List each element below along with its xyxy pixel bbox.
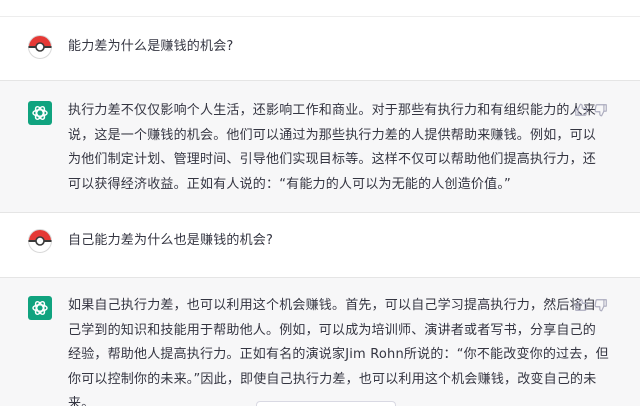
thumbs-up-icon[interactable] bbox=[574, 298, 588, 312]
openai-logo-icon bbox=[28, 101, 52, 125]
assistant-message: 如果自己执行力差，也可以利用这个机会赚钱。首先，可以自己学习提高执行力，然后将自… bbox=[0, 277, 640, 406]
pokeball-avatar-icon bbox=[28, 229, 52, 253]
regenerate-button[interactable] bbox=[256, 401, 396, 406]
user-message: 自己能力差为什么也是赚钱的机会? bbox=[0, 213, 640, 277]
thumbs-down-icon[interactable] bbox=[594, 103, 608, 117]
feedback-buttons bbox=[574, 103, 608, 117]
message-text: 自己能力差为什么也是赚钱的机会? bbox=[68, 233, 274, 248]
feedback-buttons bbox=[574, 298, 608, 312]
assistant-message: 执行力差不仅仅影响个人生活，还影响工作和商业。对于那些有执行力和有组织能力的人来… bbox=[0, 80, 640, 213]
message-text: 执行力差不仅仅影响个人生活，还影响工作和商业。对于那些有执行力和有组织能力的人来… bbox=[68, 103, 597, 192]
thumbs-down-icon[interactable] bbox=[594, 298, 608, 312]
message-text: 能力差为什么是赚钱的机会? bbox=[68, 39, 234, 54]
thumbs-up-icon[interactable] bbox=[574, 103, 588, 117]
message-text: 如果自己执行力差，也可以利用这个机会赚钱。首先，可以自己学习提高执行力，然后将自… bbox=[68, 298, 609, 406]
user-message: 能力差为什么是赚钱的机会? bbox=[0, 16, 640, 80]
openai-logo-icon bbox=[28, 296, 52, 320]
chat-thread: 能力差为什么是赚钱的机会? 执行力差不仅仅影响个人生活，还影响工作和商业。对于那… bbox=[0, 0, 640, 406]
pokeball-avatar-icon bbox=[28, 35, 52, 59]
